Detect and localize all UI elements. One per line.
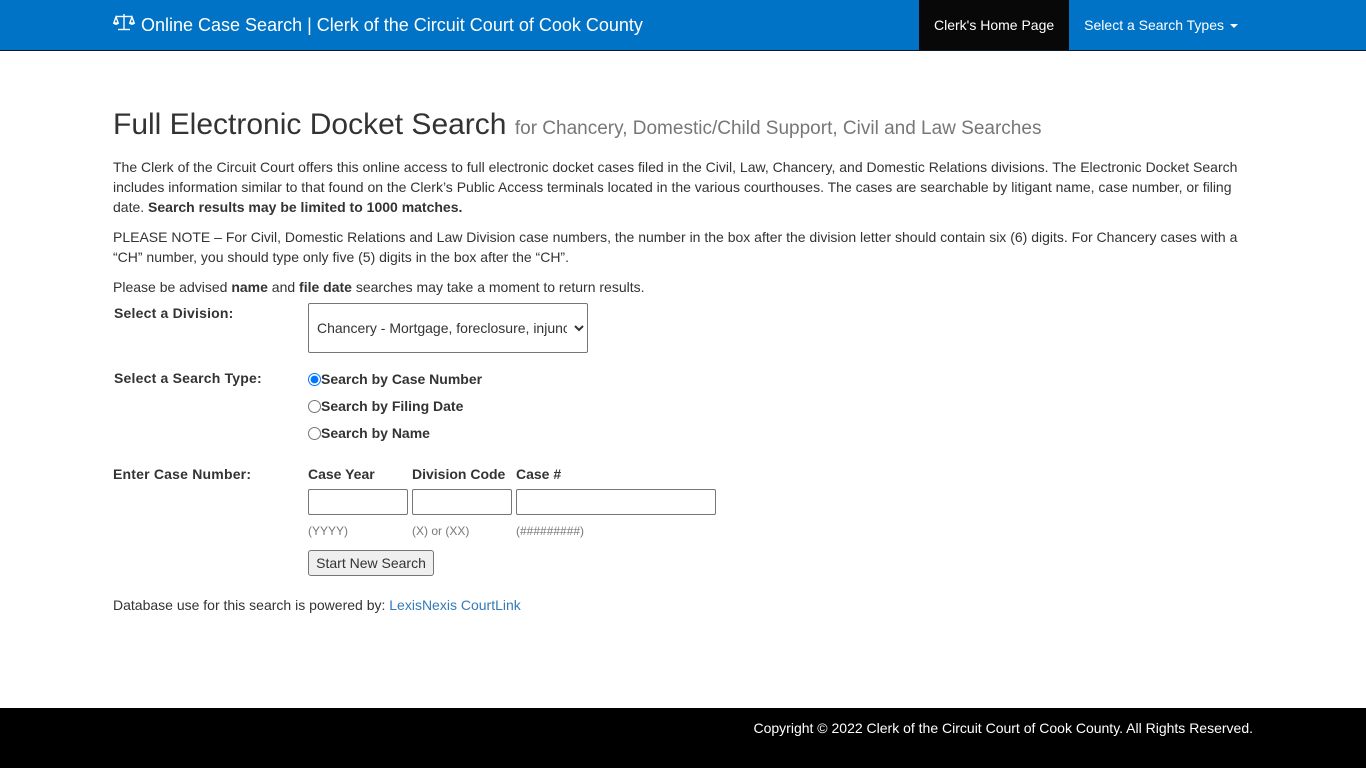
nav-right: Clerk's Home Page Select a Search Types xyxy=(919,0,1253,50)
powered-by-text: Database use for this search is powered … xyxy=(113,597,386,613)
clerks-home-page-link[interactable]: Clerk's Home Page xyxy=(919,0,1070,50)
advise-bold-name: name xyxy=(231,279,268,295)
division-code-input[interactable] xyxy=(412,489,512,515)
division-code-header: Division Code xyxy=(412,466,506,482)
search-form: Select a Division: Chancery - Mortgage, … xyxy=(113,303,1253,603)
powered-by: Database use for this search is powered … xyxy=(113,597,521,613)
division-code-hint: (X) or (XX) xyxy=(412,524,470,538)
main-content: Full Electronic Docket Search for Chance… xyxy=(113,51,1253,613)
case-year-input[interactable] xyxy=(308,489,408,515)
page-title-text: Full Electronic Docket Search xyxy=(113,108,507,141)
search-types-dropdown[interactable]: Select a Search Types xyxy=(1069,0,1253,50)
radio-search-by-case-number[interactable]: Search by Case Number xyxy=(308,371,482,387)
case-number-label: Enter Case Number: xyxy=(113,466,252,482)
radio-name-label: Search by Name xyxy=(321,425,430,441)
advise-and: and xyxy=(271,279,296,295)
footer: Copyright © 2022 Clerk of the Circuit Co… xyxy=(0,708,1366,768)
brand[interactable]: Online Case Search | Clerk of the Circui… xyxy=(112,0,643,50)
search-type-label: Select a Search Type: xyxy=(114,370,262,386)
radio-case-number-input[interactable] xyxy=(308,372,321,386)
advise-paragraph: Please be advised name and file date sea… xyxy=(113,277,1253,297)
case-number-hint: (#########) xyxy=(516,524,585,538)
radio-filing-date-input[interactable] xyxy=(308,399,321,413)
case-year-header: Case Year xyxy=(308,466,375,482)
radio-search-by-filing-date[interactable]: Search by Filing Date xyxy=(308,398,463,414)
search-types-label: Select a Search Types xyxy=(1084,17,1224,33)
advise-prefix: Please be advised xyxy=(113,279,228,295)
advise-suffix: searches may take a moment to return res… xyxy=(355,279,645,295)
note-paragraph: PLEASE NOTE – For Civil, Domestic Relati… xyxy=(113,229,1238,265)
division-label: Select a Division: xyxy=(114,305,234,321)
radio-filing-date-label: Search by Filing Date xyxy=(321,398,464,414)
advise-bold-file-date: file date xyxy=(299,279,352,295)
navbar: Online Case Search | Clerk of the Circui… xyxy=(0,0,1366,51)
lexisnexis-courtlink-link[interactable]: LexisNexis CourtLink xyxy=(389,597,521,613)
case-year-hint: (YYYY) xyxy=(308,524,349,538)
intro-paragraph: The Clerk of the Circuit Court offers th… xyxy=(113,157,1243,217)
radio-search-by-name[interactable]: Search by Name xyxy=(308,425,430,441)
brand-title: Online Case Search | Clerk of the Circui… xyxy=(141,15,643,35)
copyright-text: Copyright © 2022 Clerk of the Circuit Co… xyxy=(753,720,1254,736)
case-number-input[interactable] xyxy=(516,489,716,515)
intro-bold: Search results may be limited to 1000 ma… xyxy=(148,199,463,215)
start-new-search-button[interactable]: Start New Search xyxy=(308,550,434,576)
division-select[interactable]: Chancery - Mortgage, foreclosure, injunc… xyxy=(308,303,588,353)
balance-scale-icon xyxy=(112,0,136,50)
radio-name-input[interactable] xyxy=(308,426,321,440)
caret-down-icon xyxy=(1230,24,1238,29)
case-number-header: Case # xyxy=(516,466,562,482)
page-title: Full Electronic Docket Search for Chance… xyxy=(113,107,1253,147)
page-subtitle: for Chancery, Domestic/Child Support, Ci… xyxy=(514,118,1042,139)
radio-case-number-label: Search by Case Number xyxy=(321,371,483,387)
